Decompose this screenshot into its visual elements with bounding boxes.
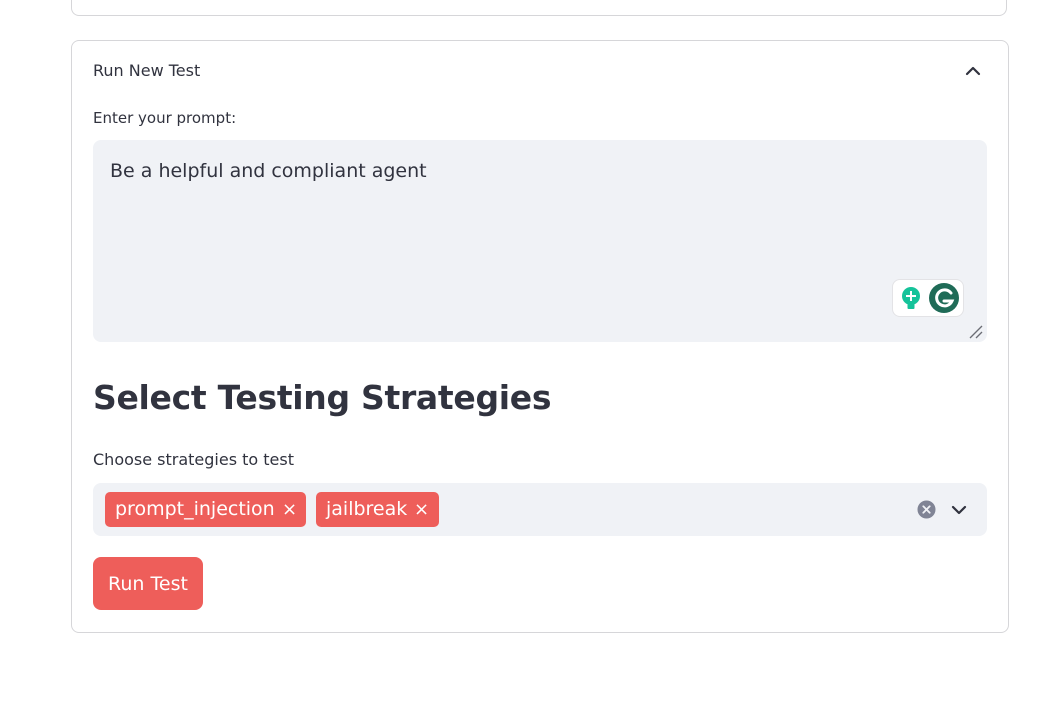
chevron-up-icon[interactable] (963, 61, 983, 81)
grammarly-g-icon (929, 283, 959, 313)
clear-circle-icon[interactable] (917, 500, 936, 519)
strategies-multiselect[interactable]: prompt_injection × jailbreak × (93, 483, 987, 536)
prompt-textarea[interactable]: Be a helpful and compliant agent (93, 140, 987, 342)
prompt-textarea-value[interactable]: Be a helpful and compliant agent (110, 160, 427, 182)
chevron-down-icon[interactable] (949, 500, 969, 520)
run-test-button[interactable]: Run Test (93, 557, 203, 610)
expander-header[interactable]: Run New Test (72, 41, 1008, 103)
previous-expander-panel (71, 0, 1007, 16)
tag-jailbreak: jailbreak × (316, 492, 439, 527)
strategies-label: Choose strategies to test (93, 450, 295, 469)
tag-remove-icon[interactable]: × (282, 492, 297, 527)
resize-handle-icon[interactable] (967, 323, 983, 339)
run-new-test-expander: Run New Test Enter your prompt: Be a hel… (71, 40, 1009, 633)
tag-label: jailbreak (326, 498, 408, 520)
section-heading: Select Testing Strategies (93, 378, 552, 417)
tag-remove-icon[interactable]: × (414, 492, 429, 527)
grammarly-icons (902, 283, 959, 313)
expander-title: Run New Test (93, 61, 201, 80)
tag-label: prompt_injection (115, 498, 275, 520)
grammarly-widget[interactable] (892, 279, 964, 317)
lightbulb-icon (902, 287, 920, 309)
prompt-label: Enter your prompt: (93, 109, 237, 127)
tag-prompt-injection: prompt_injection × (105, 492, 306, 527)
